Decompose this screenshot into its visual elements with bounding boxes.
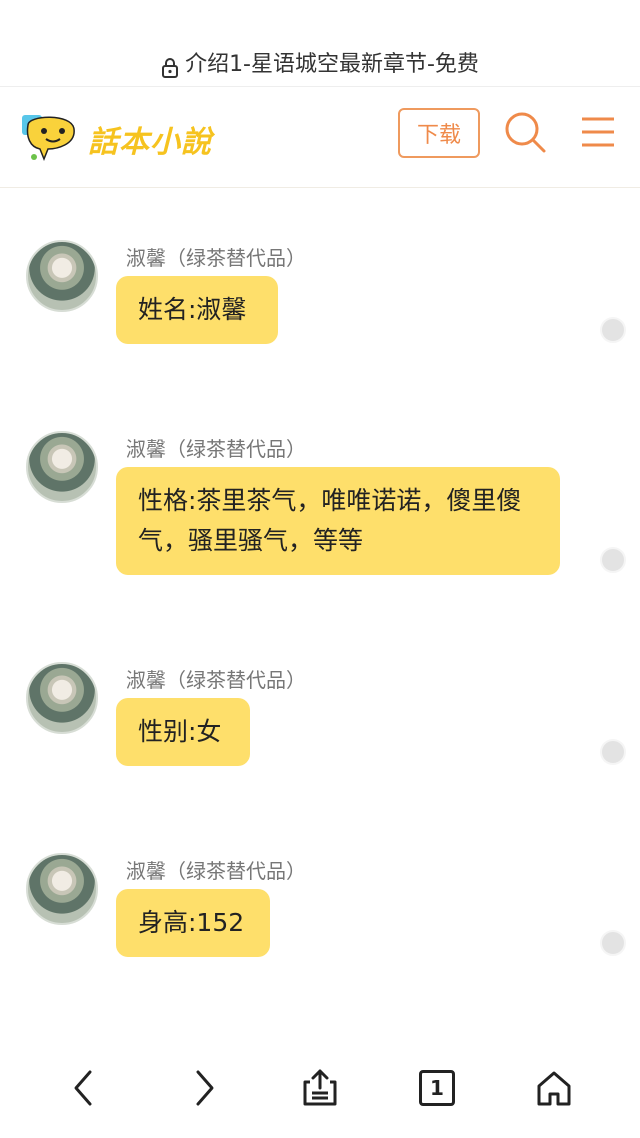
message-bubble: 姓名:淑馨 xyxy=(116,276,278,344)
sender-name: 淑馨（绿茶替代品） xyxy=(126,668,306,692)
logo-mascot-icon xyxy=(22,115,75,162)
url-bar[interactable]: 介绍1-星语城空最新章节-免费 xyxy=(0,0,640,88)
message-bubble: 性别:女 xyxy=(116,698,250,766)
site-header: 話本小說 下载 xyxy=(0,87,640,188)
download-button[interactable]: 下载 xyxy=(398,108,480,158)
status-dot xyxy=(600,317,626,343)
share-icon[interactable] xyxy=(300,1068,340,1108)
back-icon[interactable] xyxy=(64,1068,104,1108)
status-dot xyxy=(600,930,626,956)
status-dot xyxy=(600,547,626,573)
menu-icon[interactable] xyxy=(580,115,616,149)
avatar[interactable] xyxy=(26,853,98,925)
logo-text: 話本小說 xyxy=(88,125,212,160)
avatar[interactable] xyxy=(26,240,98,312)
status-dot xyxy=(600,739,626,765)
sender-name: 淑馨（绿茶替代品） xyxy=(126,437,306,461)
sender-name: 淑馨（绿茶替代品） xyxy=(126,246,306,270)
browser-bottom-bar: 1 xyxy=(0,1040,640,1138)
tabs-icon[interactable]: 1 xyxy=(419,1070,455,1106)
lock-icon xyxy=(162,58,179,78)
home-icon[interactable] xyxy=(534,1068,574,1108)
sender-name: 淑馨（绿茶替代品） xyxy=(126,859,306,883)
page-title: 介绍1-星语城空最新章节-免费 xyxy=(185,52,479,77)
avatar[interactable] xyxy=(26,662,98,734)
search-icon[interactable] xyxy=(502,109,548,155)
avatar[interactable] xyxy=(26,431,98,503)
forward-icon[interactable] xyxy=(184,1068,224,1108)
message-bubble: 性格:茶里茶气，唯唯诺诺，傻里傻气，骚里骚气，等等 xyxy=(116,467,560,575)
message-bubble: 身高:152 xyxy=(116,889,270,957)
